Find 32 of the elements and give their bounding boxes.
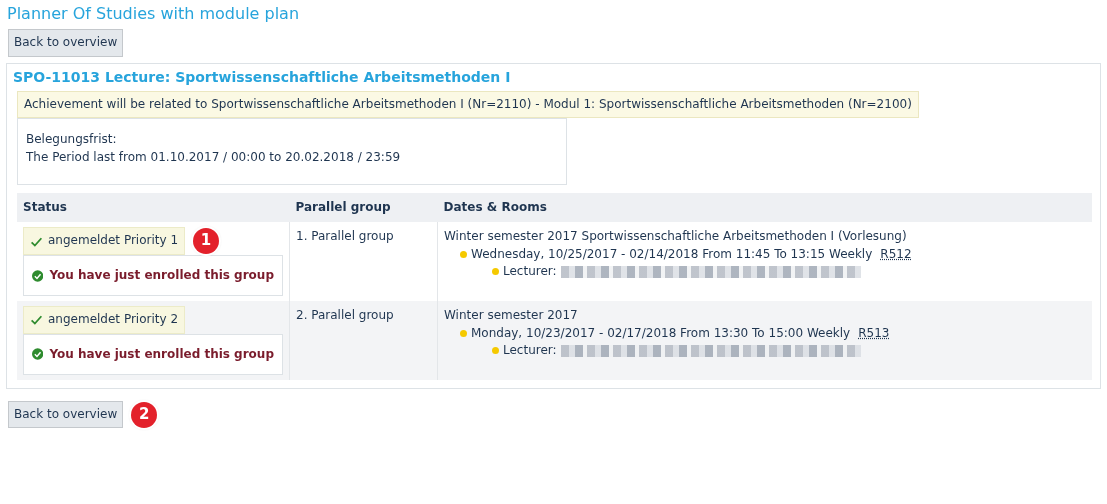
callout-marker: 2 bbox=[131, 401, 158, 428]
column-header: Dates & Rooms bbox=[437, 193, 1092, 223]
bullet-icon bbox=[460, 251, 467, 258]
room-link[interactable]: R513 bbox=[858, 324, 890, 342]
lecture-title: SPO-11013 Lecture: Sportwissenschaftliche Arbeitsmethoden I bbox=[13, 67, 512, 87]
check-icon bbox=[30, 313, 43, 327]
table-cell: 2. Parallel group bbox=[289, 301, 438, 380]
schedule-text: Monday, 10/23/2017 - 02/17/2018 From 13:30 To 15:00 Weekly bbox=[471, 324, 851, 342]
callout-marker: 1 bbox=[193, 228, 220, 255]
back-button[interactable]: Back to overview bbox=[8, 401, 124, 429]
schedule-text: Wednesday, 10/25/2017 - 02/14/2018 From 11:45 To 13:15 Weekly bbox=[471, 245, 873, 263]
check-circle-icon bbox=[32, 268, 44, 283]
back-button[interactable]: Back to overview bbox=[8, 29, 124, 57]
lecturer-label: Lecturer: bbox=[503, 263, 557, 281]
semester-text: Winter semester 2017 Sportwissenschaftliche Arbeitsmethoden I (Vorlesung) bbox=[444, 228, 908, 246]
semester-text: Winter semester 2017 bbox=[444, 307, 579, 325]
check-circle-icon bbox=[32, 347, 44, 362]
lecturer-label: Lecturer: bbox=[503, 342, 557, 359]
page-title: Planner Of Studies with module plan bbox=[7, 3, 301, 25]
status-text: angemeldet Priority 1 bbox=[48, 232, 179, 250]
message-text: You have just enrolled this group bbox=[49, 345, 274, 363]
bullet-icon bbox=[492, 268, 499, 276]
deadline-text: The Period last from 01.10.2017 / 00:00 to 20.02.2018 / 23:59 bbox=[26, 148, 402, 166]
deadline-label: Belegungsfrist: bbox=[26, 131, 118, 149]
achievement-note: Achievement will be related to Sportwissenschaftliche Arbeitsmethoden I (Nr=2110) - Modul 1: Sportwissenschaftliche Arbeitsmethoden (Nr=2100) bbox=[17, 90, 919, 119]
status-text: angemeldet Priority 2 bbox=[48, 311, 179, 329]
message-text: You have just enrolled this group bbox=[49, 266, 274, 284]
column-header: Status bbox=[17, 193, 290, 223]
room-link[interactable]: R512 bbox=[880, 245, 912, 264]
column-header: Parallel group bbox=[289, 193, 438, 223]
bullet-icon bbox=[460, 329, 467, 337]
bullet-icon bbox=[492, 347, 499, 355]
